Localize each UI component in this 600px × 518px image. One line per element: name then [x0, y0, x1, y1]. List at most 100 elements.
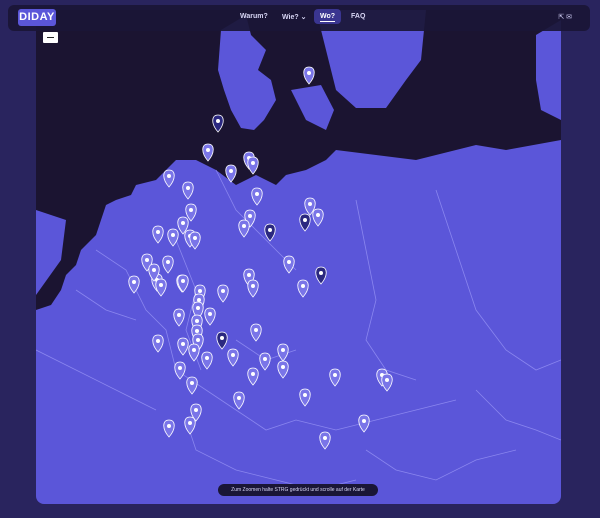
map-pin-dot	[362, 419, 366, 423]
map-pin-dot	[186, 186, 190, 190]
map-pin[interactable]	[247, 279, 259, 298]
map-pin[interactable]	[201, 351, 213, 370]
map-pin-dot	[229, 169, 233, 173]
map-pin-dot	[167, 424, 171, 428]
map-pin-dot	[307, 71, 311, 75]
map-pin-dot	[167, 174, 171, 178]
map-pin[interactable]	[315, 266, 327, 285]
map-pin[interactable]	[162, 255, 174, 274]
map-pin-dot	[189, 208, 193, 212]
map-pin[interactable]	[259, 352, 271, 371]
map-pin-dot	[181, 342, 185, 346]
map-pin[interactable]	[152, 225, 164, 244]
map-pin[interactable]	[177, 337, 189, 356]
map-pin-dot	[251, 372, 255, 376]
map-pin[interactable]	[233, 391, 245, 410]
map-pin-dot	[197, 298, 201, 302]
map-pin[interactable]	[204, 307, 216, 326]
map-pin[interactable]	[128, 275, 140, 294]
map-pin[interactable]	[173, 308, 185, 327]
map-svg[interactable]	[36, 10, 561, 504]
map-pin[interactable]	[247, 367, 259, 386]
nav-item-wie[interactable]: Wie? ⌄	[282, 13, 307, 21]
map-pin-dot	[156, 339, 160, 343]
map-pin[interactable]	[277, 360, 289, 379]
map-pin[interactable]	[184, 416, 196, 435]
map-pin[interactable]	[163, 419, 175, 438]
map-pin-dot	[247, 273, 251, 277]
map-pin[interactable]	[216, 331, 228, 350]
map-pin[interactable]	[238, 219, 250, 238]
map-pin-dot	[190, 381, 194, 385]
map-pin[interactable]	[319, 431, 331, 450]
map-pin-dot	[281, 348, 285, 352]
map-pin-dot	[181, 221, 185, 225]
map-pin[interactable]	[251, 187, 263, 206]
nav-item-wo[interactable]: Wo?	[314, 9, 342, 24]
map-pin[interactable]	[299, 213, 311, 232]
map-pin-dot	[333, 373, 337, 377]
map-pin[interactable]	[277, 343, 289, 362]
header-tools[interactable]: ⇱ ✉	[558, 13, 572, 21]
map-pin-dot	[254, 328, 258, 332]
map-pin[interactable]	[189, 231, 201, 250]
map-pin[interactable]	[283, 255, 295, 274]
map-pin-dot	[159, 283, 163, 287]
map-pin-dot	[308, 202, 312, 206]
map-pin[interactable]	[174, 361, 186, 380]
zoom-out-button[interactable]	[43, 32, 58, 43]
map-pin[interactable]	[264, 223, 276, 242]
map-pin-dot	[220, 336, 224, 340]
map-pin-dot	[178, 366, 182, 370]
map-pin-dot	[193, 236, 197, 240]
map-pin-dot	[281, 365, 285, 369]
map-pin-dot	[216, 119, 220, 123]
map-pin[interactable]	[163, 169, 175, 188]
map-hint: Zum Zoomen halte STRG gedrückt und scrol…	[218, 484, 378, 496]
map-pin-dot	[255, 192, 259, 196]
map-pin[interactable]	[152, 334, 164, 353]
map-pin-dot	[385, 378, 389, 382]
map-pin[interactable]	[381, 373, 393, 392]
map-pin-dot	[319, 271, 323, 275]
map-pin-dot	[268, 228, 272, 232]
map-pin-dot	[206, 148, 210, 152]
map-pin[interactable]	[177, 274, 189, 293]
map-pin-dot	[287, 260, 291, 264]
map-pin-dot	[208, 312, 212, 316]
map-pin[interactable]	[167, 228, 179, 247]
map-pin-dot	[195, 329, 199, 333]
map-pin[interactable]	[227, 348, 239, 367]
map-pin[interactable]	[188, 343, 200, 362]
chevron-down-icon: ⌄	[300, 14, 307, 21]
map-pin[interactable]	[186, 376, 198, 395]
map-pin-dot	[192, 348, 196, 352]
map-pin-dot	[132, 280, 136, 284]
nav-item-wie-label: Wie?	[282, 14, 299, 21]
nav-item-faq[interactable]: FAQ	[351, 13, 365, 20]
map-pin-dot	[198, 289, 202, 293]
map-pin-dot	[156, 230, 160, 234]
map-pin[interactable]	[182, 181, 194, 200]
map-pin-dot	[251, 284, 255, 288]
map-pin[interactable]	[358, 414, 370, 433]
map-pin-dot	[237, 396, 241, 400]
map-pin[interactable]	[217, 284, 229, 303]
map-pin-dot	[263, 357, 267, 361]
map-pin[interactable]	[329, 368, 341, 387]
map-pin[interactable]	[297, 279, 309, 298]
map-pin-dot	[316, 213, 320, 217]
map-pin[interactable]	[299, 388, 311, 407]
map-container[interactable]	[36, 10, 561, 504]
map-pin[interactable]	[312, 208, 324, 227]
map-pin-dot	[303, 218, 307, 222]
nav-item-warum[interactable]: Warum?	[240, 13, 268, 20]
map-pin[interactable]	[155, 278, 167, 297]
map-pin-dot	[152, 268, 156, 272]
map-pin[interactable]	[250, 323, 262, 342]
map-pin-dot	[188, 421, 192, 425]
map-pin-dot	[242, 224, 246, 228]
map-pin-dot	[145, 258, 149, 262]
map-pin-dot	[205, 356, 209, 360]
map-pin-dot	[248, 214, 252, 218]
